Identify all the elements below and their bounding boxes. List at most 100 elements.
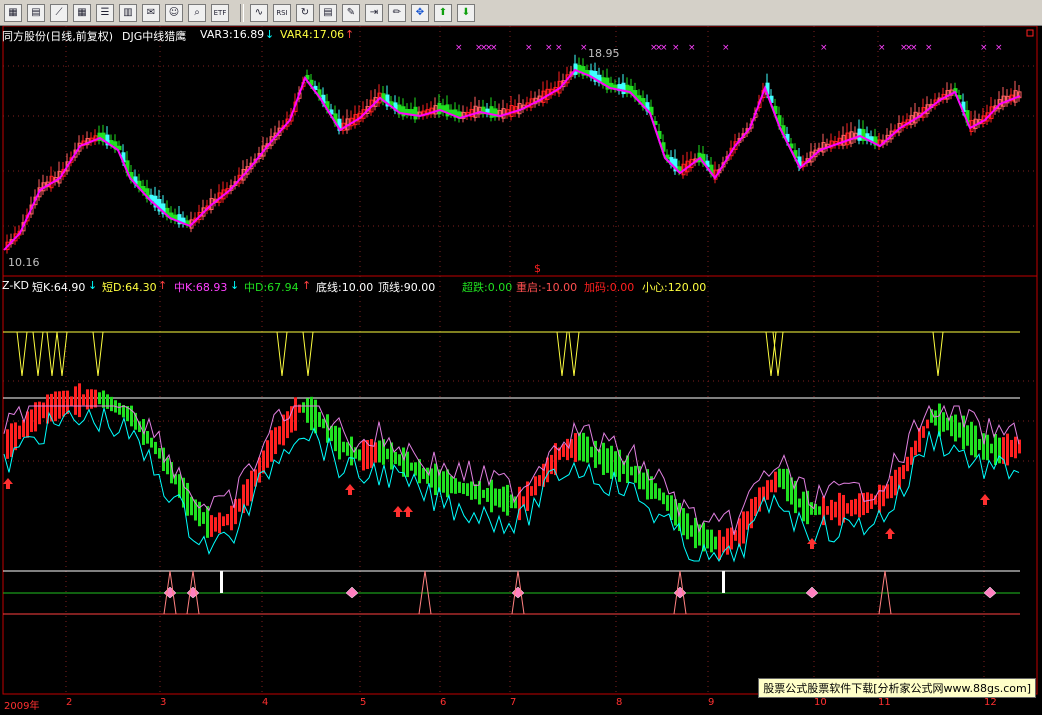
kd-bar — [218, 512, 221, 534]
kd-bar — [346, 442, 349, 456]
refresh-icon[interactable]: ↻ — [296, 3, 314, 22]
signal-x-mark: × — [995, 43, 1003, 53]
kd-bar — [906, 456, 909, 472]
kd-bar — [434, 463, 437, 496]
kd-bar — [990, 443, 993, 454]
kd-bar — [310, 396, 313, 431]
kd-bar — [786, 468, 789, 502]
kd-bar — [406, 451, 409, 478]
top-line-label: 顶线:90.00 — [378, 281, 436, 294]
kd-bar — [870, 493, 873, 509]
kd-bar — [706, 529, 709, 549]
signal-x-mark: × — [490, 43, 498, 53]
low-price-label: 10.16 — [8, 256, 40, 269]
report-icon[interactable]: ▤ — [319, 3, 337, 22]
signal-x-mark: × — [580, 43, 588, 53]
kd-bar — [926, 419, 929, 429]
kd-bar — [30, 409, 33, 432]
kd-bar — [922, 426, 925, 438]
kd-bar — [714, 536, 717, 550]
exit-icon[interactable]: ⇥ — [365, 3, 383, 22]
kd-bar — [738, 518, 741, 547]
kd-bar — [470, 481, 473, 500]
var3-arrow: ↓ — [265, 28, 275, 41]
chart-area: × ×××× × × × × ××× × × × × × ××× × × × — [0, 26, 1042, 715]
pen-icon[interactable]: ✏ — [388, 3, 406, 22]
mid-k-arrow: ↓ — [230, 279, 240, 292]
kd-bar — [18, 425, 21, 440]
short-k-arrow: ↓ — [88, 279, 98, 292]
kd-bar — [978, 438, 981, 451]
kd-bar — [414, 462, 417, 476]
arrow-up-icon[interactable]: ⬆ — [434, 3, 452, 22]
kd-bar — [934, 410, 937, 426]
kd-bar — [578, 432, 581, 461]
signal-x-mark: × — [455, 43, 463, 53]
kd-bar — [482, 489, 485, 498]
move-icon[interactable]: ✥ — [411, 3, 429, 22]
month-label: 5 — [360, 697, 367, 708]
kd-bar — [278, 426, 281, 445]
kd-bar — [202, 512, 205, 524]
kd-bar — [462, 483, 465, 495]
signal-x-mark: × — [672, 43, 680, 53]
signal-x-mark: × — [525, 43, 533, 53]
signal-x-mark: × — [722, 43, 730, 53]
kd-bar — [222, 516, 225, 527]
month-label: 2009年 — [4, 701, 40, 712]
spreadsheet-icon[interactable]: ▥ — [119, 3, 137, 22]
grid-icon[interactable]: ▦ — [73, 3, 91, 22]
kd-bar — [394, 451, 397, 465]
line-chart-icon[interactable]: ⟋ — [50, 3, 68, 22]
var3-label: VAR3:16.89 — [200, 28, 265, 41]
kd-bar — [466, 483, 469, 496]
month-label: 7 — [510, 697, 517, 708]
kd-bar — [506, 484, 509, 516]
kd-bar — [742, 511, 745, 544]
table-icon[interactable]: ▤ — [27, 3, 45, 22]
mail-icon[interactable]: ✉ — [142, 3, 160, 22]
signal-x-mark: × — [545, 43, 553, 53]
kd-bar — [166, 457, 169, 475]
chart-grid-icon[interactable]: ▦ — [4, 3, 22, 22]
month-label: 2 — [66, 697, 73, 708]
var4-arrow: ↑ — [345, 28, 355, 41]
kd-bar — [826, 506, 829, 515]
kd-bar — [994, 434, 997, 465]
kd-bar — [974, 425, 977, 458]
kd-bar — [190, 496, 193, 516]
kd-bar — [58, 391, 61, 419]
wave-icon[interactable]: ∿ — [250, 3, 268, 22]
kd-bar — [246, 479, 249, 506]
signal-x-mark: × — [820, 43, 828, 53]
kd-bar — [262, 450, 265, 474]
toolbar: ▦ ▤ ⟋ ▦ ☰ ▥ ✉ ☺ ⌕ ETF ∿ RSI ↻ ▤ ✎ ⇥ ✏ ✥ ⬆ ⬇ — [0, 0, 1042, 26]
kd-bar — [322, 418, 325, 429]
people-icon[interactable]: ☺ — [165, 3, 183, 22]
toolbar-separator — [240, 3, 244, 22]
kd-bar — [942, 412, 945, 432]
kd-bar — [686, 513, 689, 540]
kd-bar — [538, 475, 541, 487]
list-icon[interactable]: ☰ — [96, 3, 114, 22]
kd-bar — [902, 464, 905, 480]
kd-bar — [210, 515, 213, 537]
kd-bar — [798, 498, 801, 508]
kd-bar — [562, 444, 565, 457]
kd-bar — [890, 475, 893, 499]
kd-bar — [94, 389, 97, 408]
kd-bar — [286, 411, 289, 439]
candle — [413, 106, 418, 120]
search-icon[interactable]: ⌕ — [188, 3, 206, 22]
etf-icon[interactable]: ETF — [211, 3, 229, 22]
tools-icon[interactable]: ✎ — [342, 3, 360, 22]
arrow-down-icon[interactable]: ⬇ — [457, 3, 475, 22]
kd-bar — [206, 506, 209, 538]
kd-bar — [910, 447, 913, 465]
mid-d-label: 中D:67.94 — [244, 281, 299, 294]
kd-bar — [442, 471, 445, 493]
kd-bar — [966, 425, 969, 446]
kd-bar — [918, 427, 921, 453]
rsi-icon[interactable]: RSI — [273, 3, 291, 22]
candle — [857, 128, 862, 141]
